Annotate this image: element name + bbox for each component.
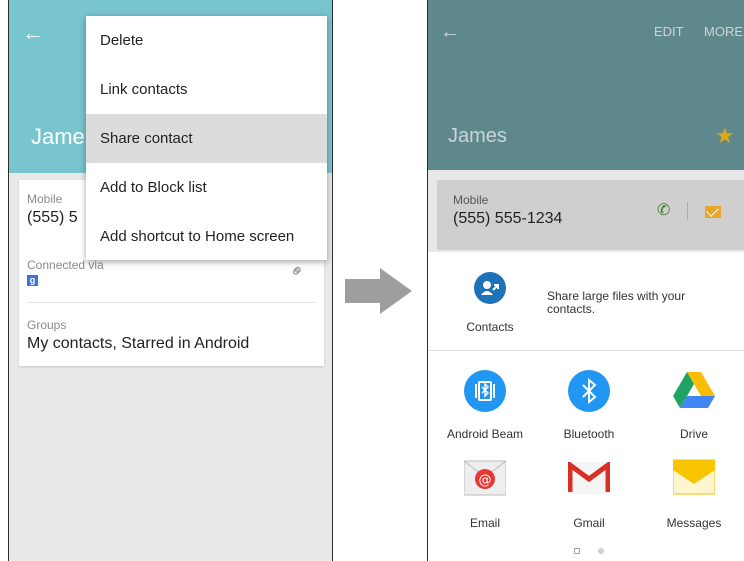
groups-value[interactable]: My contacts, Starred in Android	[27, 335, 249, 353]
messages-label: Messages	[666, 516, 722, 530]
svg-text:@: @	[479, 473, 492, 488]
divider	[27, 302, 316, 303]
mobile-value[interactable]: (555) 5	[27, 209, 78, 227]
groups-label: Groups	[27, 318, 67, 332]
back-arrow-icon[interactable]: ←	[440, 22, 460, 42]
google-plus-icon[interactable]: g	[27, 275, 38, 286]
android-beam-label: Android Beam	[446, 427, 524, 441]
overflow-menu: Delete Link contacts Share contact Add t…	[86, 16, 327, 260]
menu-item-add-to-block-list[interactable]: Add to Block list	[86, 163, 327, 212]
gmail-icon	[567, 460, 611, 494]
drive-icon	[673, 372, 715, 410]
drive-label: Drive	[679, 427, 708, 441]
menu-item-delete[interactable]: Delete	[86, 16, 327, 65]
bluetooth-icon	[568, 370, 610, 412]
android-beam-icon	[464, 370, 506, 412]
divider	[687, 202, 688, 220]
page-dot-active[interactable]	[574, 548, 580, 554]
contact-name: James	[448, 125, 507, 147]
link-icon[interactable]: ⚭	[285, 259, 311, 285]
back-arrow-icon[interactable]: ←	[22, 22, 44, 44]
menu-item-link-contacts[interactable]: Link contacts	[86, 65, 327, 114]
contacts-share-icon[interactable]	[474, 272, 506, 304]
page-dot[interactable]	[598, 548, 604, 554]
email-icon: @	[463, 459, 507, 497]
left-screen: ← James Mobile (555) 5 Connected via g ⚭…	[8, 0, 333, 561]
share-sheet: Contacts Share large files with your con…	[428, 252, 744, 561]
message-icon[interactable]	[705, 206, 721, 218]
more-button[interactable]: MORE	[704, 24, 743, 39]
email-label: Email	[469, 516, 500, 530]
menu-item-share-contact[interactable]: Share contact	[86, 114, 327, 163]
bluetooth-label: Bluetooth	[563, 427, 615, 441]
edit-button[interactable]: EDIT	[654, 24, 684, 39]
contacts-label: Contacts	[466, 320, 514, 334]
menu-item-add-shortcut[interactable]: Add shortcut to Home screen	[86, 212, 327, 261]
right-screen: ← EDIT MORE James ★ Mobile (555) 555-123…	[427, 0, 744, 561]
mobile-label: Mobile	[453, 193, 489, 207]
contact-details-card: Mobile (555) 555-1234 ✆	[437, 180, 744, 250]
divider	[428, 350, 744, 351]
messages-icon	[672, 458, 716, 496]
star-icon[interactable]: ★	[715, 123, 735, 149]
mobile-label: Mobile	[27, 192, 63, 206]
phone-call-icon[interactable]: ✆	[657, 200, 670, 220]
gmail-label: Gmail	[573, 516, 605, 530]
mobile-value[interactable]: (555) 555-1234	[453, 210, 562, 228]
contacts-share-description: Share large files with your contacts.	[547, 289, 686, 316]
